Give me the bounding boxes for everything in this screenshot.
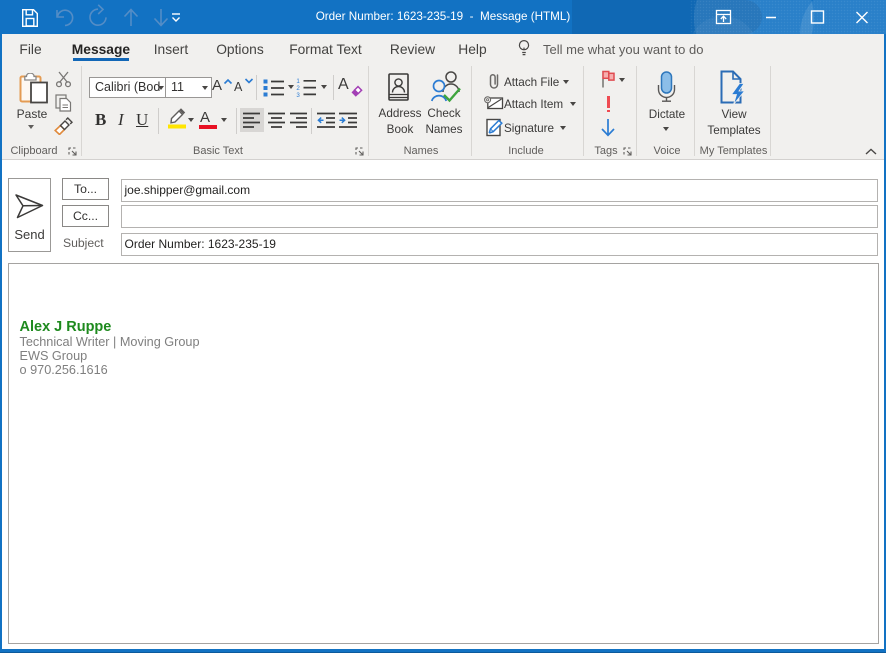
svg-text:1: 1 <box>296 78 300 85</box>
svg-text:2: 2 <box>296 85 300 92</box>
svg-text:3: 3 <box>296 92 300 98</box>
